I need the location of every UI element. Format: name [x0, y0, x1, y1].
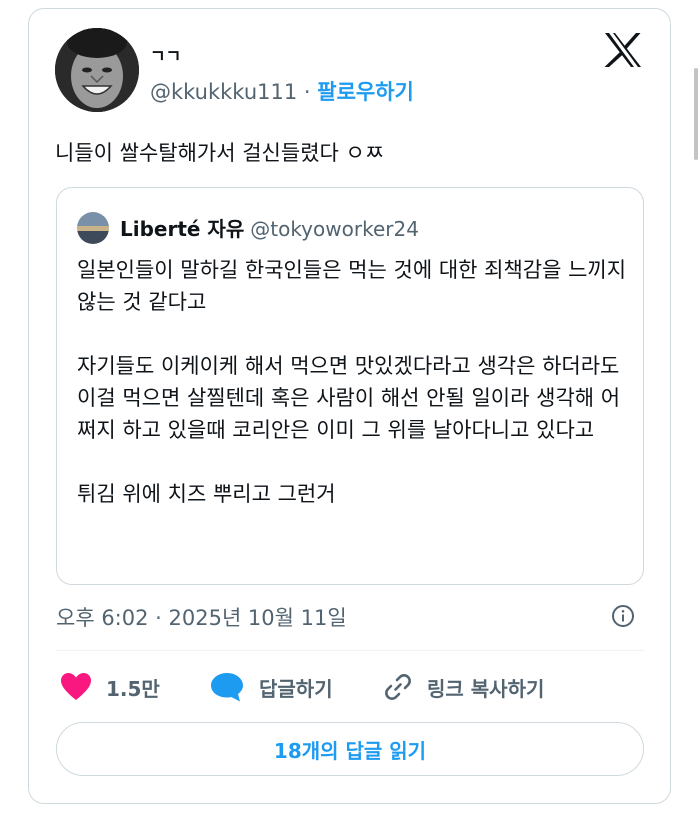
divider — [56, 650, 644, 651]
author-display-name[interactable]: ㄱㄱ — [150, 42, 181, 67]
quoted-author-row: Liberté 자유 @tokyoworker24 — [120, 213, 419, 242]
author-handle[interactable]: @kkukkku111 — [150, 80, 297, 104]
x-logo-icon[interactable] — [603, 32, 643, 68]
copy-link-label: 링크 복사하기 — [427, 676, 545, 701]
heart-icon — [61, 673, 91, 700]
quoted-paragraph: 튀김 위에 치즈 뿌리고 그런거 — [77, 482, 336, 506]
tweet-text: 니들이 쌀수탈해가서 걸신들렸다 ㅇㅉ — [55, 141, 385, 165]
quoted-author-avatar[interactable] — [77, 212, 109, 244]
quoted-handle[interactable]: @tokyoworker24 — [250, 217, 419, 241]
handle-separator: · — [297, 80, 318, 104]
quoted-paragraph: 자기들도 이케이케 해서 먹으면 맛있겠다라고 생각은 하더라도 이걸 먹으면 … — [77, 354, 621, 442]
tweet-timestamp[interactable]: 오후 6:02 · 2025년 10월 11일 — [56, 602, 347, 632]
quoted-tweet[interactable]: Liberté 자유 @tokyoworker24 일본인들이 말하길 한국인들은… — [56, 187, 644, 585]
like-count: 1.5만 — [106, 676, 160, 701]
reply-button[interactable]: 답글하기 — [209, 670, 333, 704]
author-handle-row: @kkukkku111 · 팔로우하기 — [150, 76, 414, 106]
quoted-text: 일본인들이 말하길 한국인들은 먹는 것에 대한 죄책감을 느끼지 않는 것 같… — [77, 254, 637, 510]
speech-bubble-icon — [211, 673, 243, 702]
info-icon[interactable] — [611, 604, 635, 628]
reply-label: 답글하기 — [259, 676, 333, 701]
like-button[interactable]: 1.5만 — [60, 670, 160, 704]
author-avatar[interactable] — [55, 28, 139, 112]
follow-button[interactable]: 팔로우하기 — [317, 80, 414, 104]
read-replies-button[interactable]: 18개의 답글 읽기 — [56, 722, 644, 776]
quoted-paragraph: 일본인들이 말하길 한국인들은 먹는 것에 대한 죄책감을 느끼지 않는 것 같… — [77, 258, 627, 314]
link-icon — [385, 674, 411, 700]
top-strip — [0, 0, 700, 8]
quoted-display-name[interactable]: Liberté 자유 — [120, 217, 244, 241]
scrollbar[interactable] — [694, 68, 698, 160]
copy-link-button[interactable]: 링크 복사하기 — [383, 670, 544, 704]
